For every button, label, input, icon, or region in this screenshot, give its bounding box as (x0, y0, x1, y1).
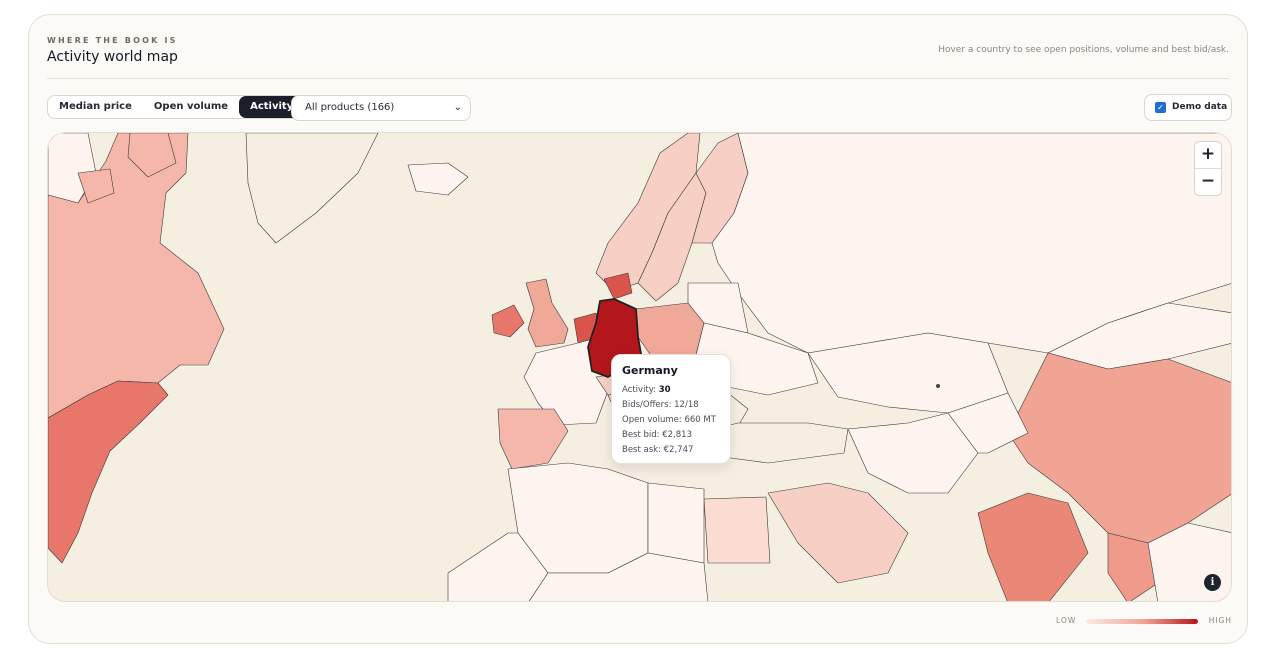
product-select-value: All products (166) (305, 102, 395, 113)
country-uk[interactable] (525, 278, 569, 348)
country-tooltip: Germany Activity: 30 Bids/Offers: 12/18 … (611, 354, 731, 464)
tooltip-best-ask: Best ask: €2,747 (622, 445, 694, 455)
demo-data-label: Demo data (1172, 102, 1228, 112)
hover-hint: Hover a country to see open positions, v… (938, 45, 1229, 55)
tooltip-activity-value: 30 (658, 385, 671, 395)
section-eyebrow: WHERE THE BOOK IS (47, 36, 178, 45)
activity-map-card: WHERE THE BOOK IS Activity world map Hov… (28, 14, 1248, 644)
country-india[interactable] (977, 492, 1089, 602)
demo-data-toggle[interactable]: ✓ Demo data (1144, 94, 1232, 121)
info-icon[interactable]: i (1204, 574, 1221, 591)
tab-median-price[interactable]: Median price (48, 96, 143, 118)
color-legend: LOW HIGH (1056, 615, 1232, 627)
city-dot (936, 384, 940, 388)
tooltip-best-bid: Best bid: €2,813 (622, 430, 692, 440)
chevron-down-icon: ⌄ (453, 102, 462, 113)
country-poland[interactable] (635, 302, 705, 358)
world-map[interactable]: + − i Germany Activity: 30 Bids/Offers: … (47, 132, 1232, 602)
tooltip-activity-label: Activity: (622, 385, 657, 395)
country-egypt[interactable] (703, 496, 771, 564)
country-usa[interactable] (48, 380, 169, 564)
tab-open-volume[interactable]: Open volume (143, 96, 239, 118)
country-ireland[interactable] (491, 304, 525, 338)
country-spain[interactable] (497, 408, 569, 470)
card-title: Activity world map (47, 49, 178, 65)
divider (47, 78, 1229, 79)
country-libya[interactable] (647, 482, 705, 564)
zoom-out-button[interactable]: − (1195, 168, 1221, 195)
country-greenland[interactable] (245, 133, 379, 244)
tooltip-open-volume: Open volume: 660 MT (622, 415, 716, 425)
metric-toggle: Median price Open volume Activity (47, 95, 306, 119)
country-iceland[interactable] (407, 162, 469, 196)
legend-gradient-bar (1086, 619, 1198, 624)
legend-high-label: HIGH (1208, 616, 1232, 625)
tooltip-bids-offers: Bids/Offers: 12/18 (622, 400, 699, 410)
tooltip-activity: Activity: 30 (622, 383, 720, 398)
country-saudi-arabia[interactable] (767, 482, 909, 584)
tooltip-country-name: Germany (622, 364, 678, 377)
product-select[interactable]: All products (166) ⌄ (291, 95, 471, 121)
legend-low-label: LOW (1056, 616, 1077, 625)
checkbox-checked-icon[interactable]: ✓ (1155, 102, 1166, 113)
zoom-in-button[interactable]: + (1195, 142, 1221, 168)
zoom-controls: + − (1194, 141, 1222, 196)
